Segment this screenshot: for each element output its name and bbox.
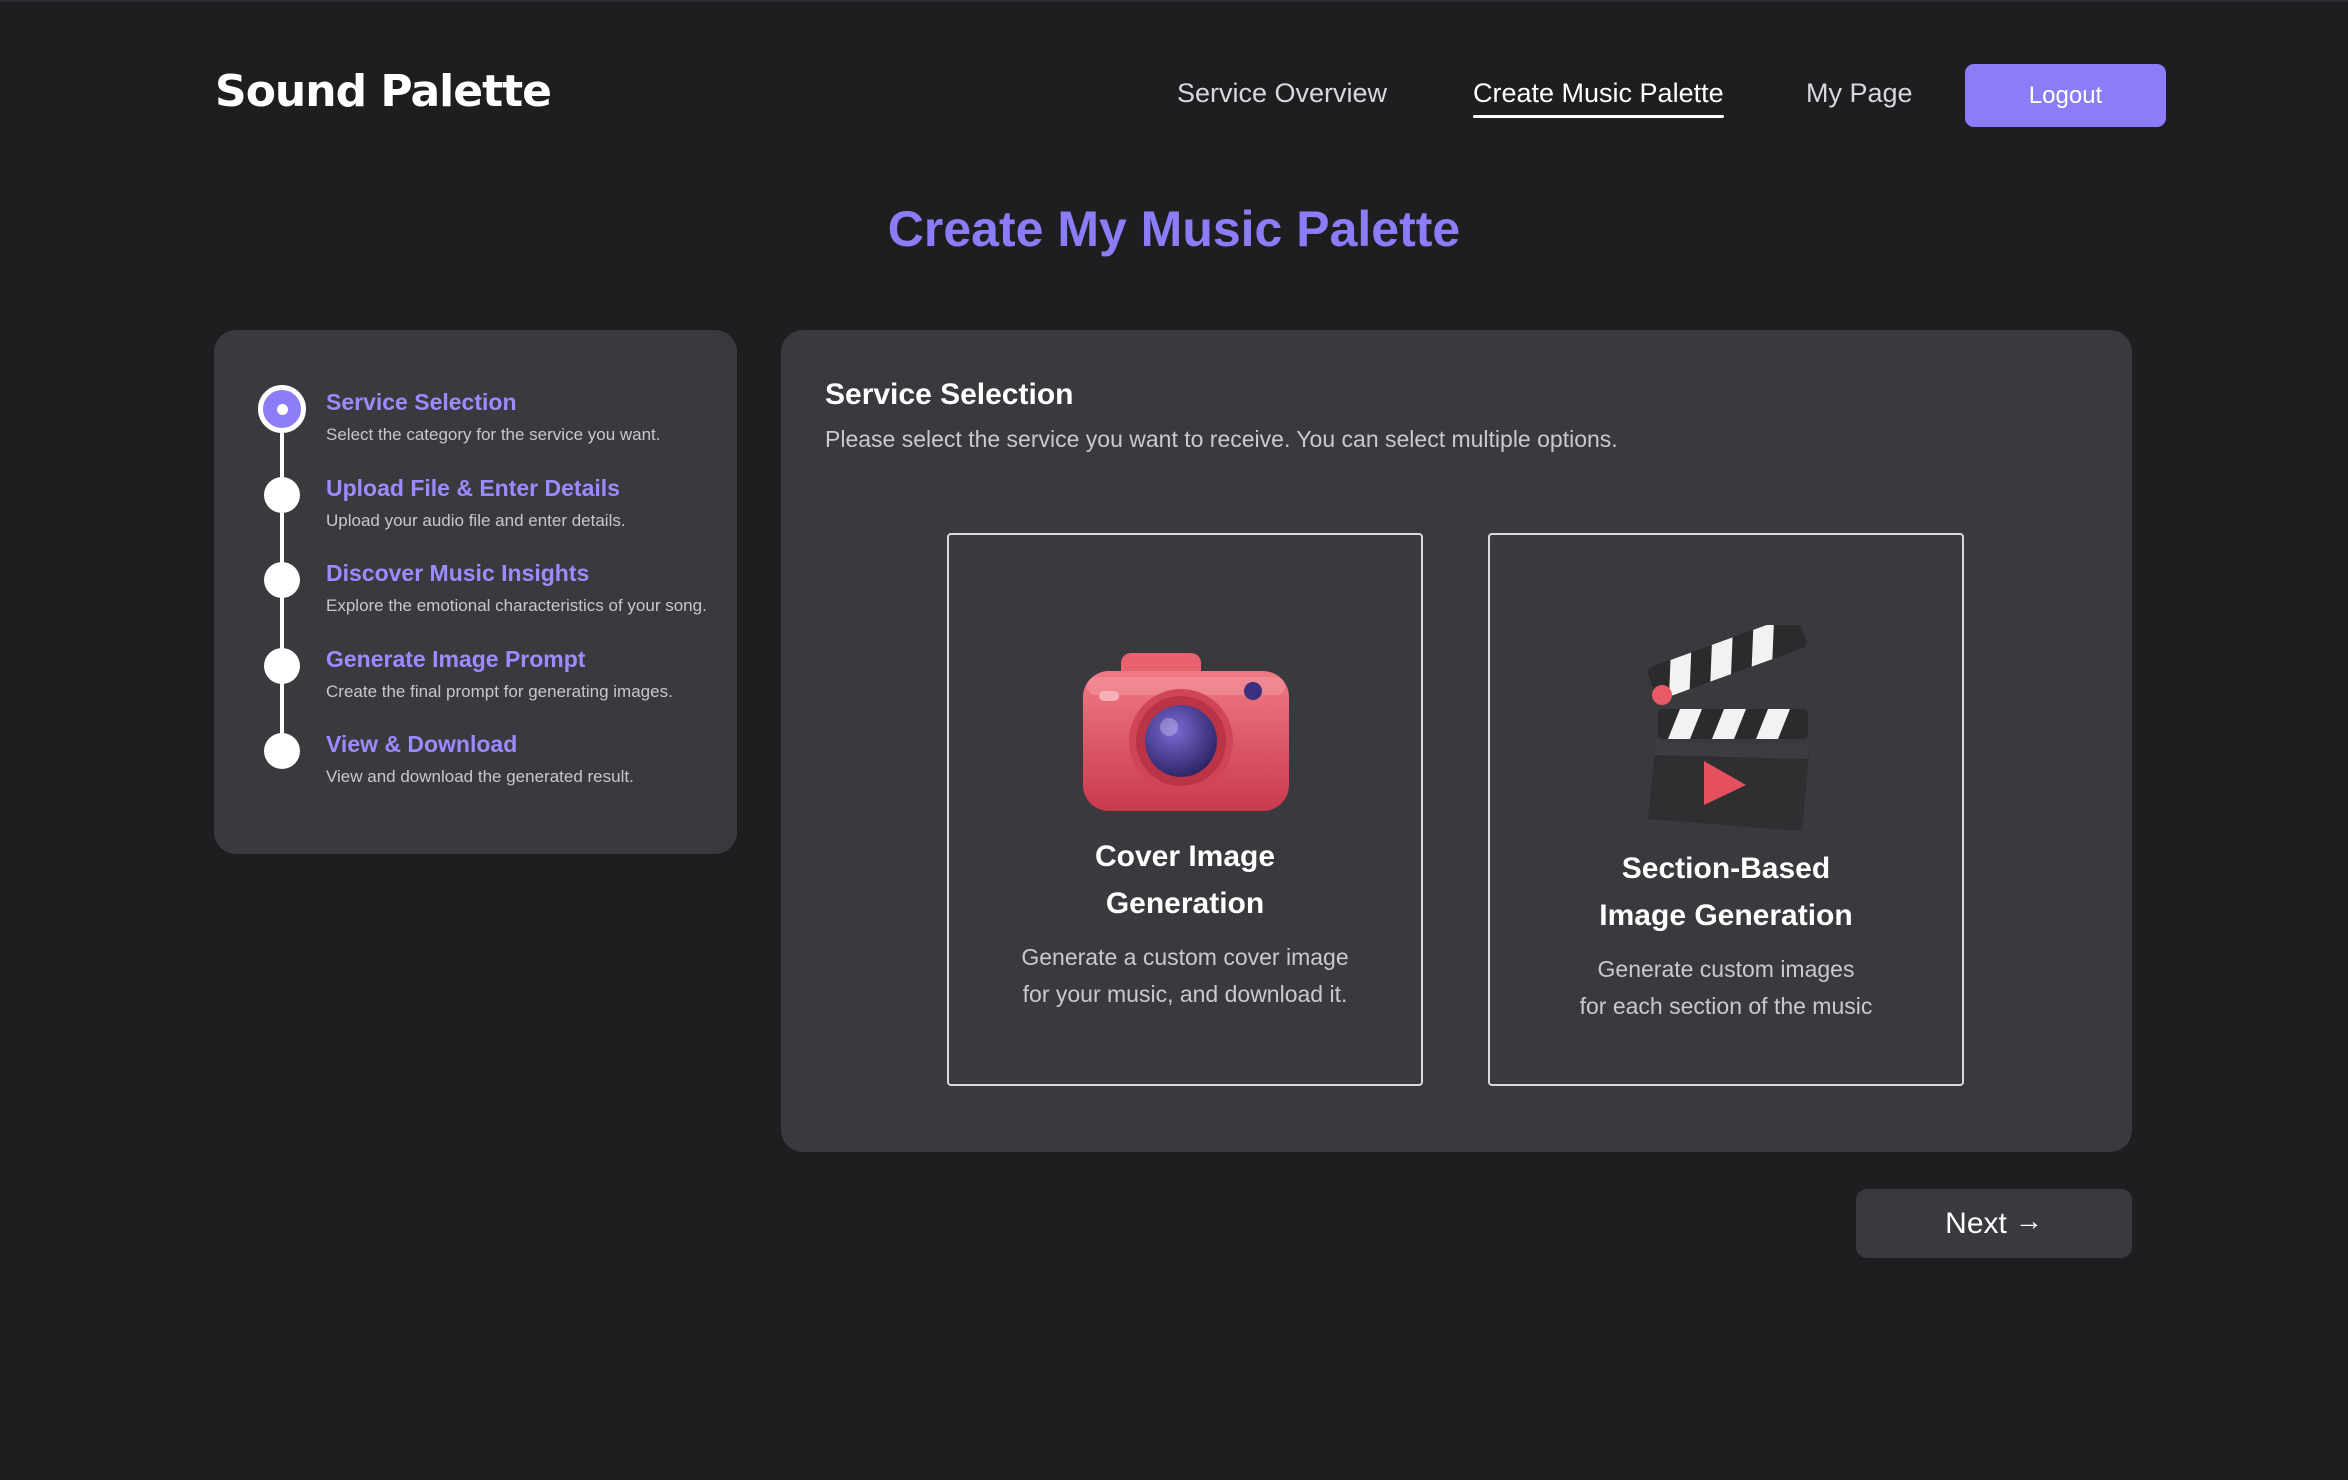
step-generate-prompt[interactable]: Generate Image Prompt Create the final p… [214,646,737,716]
step-description: Select the category for the service you … [326,425,661,444]
nav-service-overview[interactable]: Service Overview [1177,78,1387,109]
step-title: Generate Image Prompt [326,646,586,672]
card-title: Section-Based Image Generation [1599,852,1853,932]
step-upload-file[interactable]: Upload File & Enter Details Upload your … [214,475,737,545]
window-top-edge [0,0,2348,2]
step-description: View and download the generated result. [326,767,634,786]
top-nav: Service Overview Create Music Palette My… [0,64,2348,128]
nav-create-music-palette[interactable]: Create Music Palette [1473,78,1724,118]
next-button-label: Next [1945,1206,2007,1240]
arrow-right-icon: → [2014,1204,2043,1236]
step-indicator [264,733,300,769]
step-description: Create the final prompt for generating i… [326,682,673,701]
service-selection-panel: Service Selection Please select the serv… [781,330,2132,1152]
step-description: Upload your audio file and enter details… [326,511,626,530]
step-indicator [264,648,300,684]
section-based-image-generation-card[interactable]: Section-Based Image Generation Generate … [1488,533,1964,1086]
step-title: Service Selection [326,389,517,415]
step-title: Discover Music Insights [326,560,590,586]
progress-stepper: Service Selection Select the category fo… [214,330,737,854]
step-view-download[interactable]: View & Download View and download the ge… [214,731,737,801]
step-discover-insights[interactable]: Discover Music Insights Explore the emot… [214,560,737,630]
card-description: Generate custom images for each section … [1579,956,1873,1019]
panel-title: Service Selection [825,378,1074,411]
page-title: Create My Music Palette [887,201,1461,257]
logout-button[interactable]: Logout [1965,64,2166,127]
cover-image-generation-card[interactable]: Cover Image Generation Generate a custom… [947,533,1423,1086]
camera-icon [1077,647,1295,822]
next-button[interactable]: Next → [1856,1189,2132,1258]
clapperboard-icon [1642,615,1818,840]
step-current-indicator [258,385,306,433]
step-service-selection[interactable]: Service Selection Select the category fo… [214,385,737,459]
panel-subtitle: Please select the service you want to re… [825,426,1618,452]
step-title: View & Download [326,731,518,757]
card-description: Generate a custom cover image for your m… [1021,944,1349,1007]
step-description: Explore the emotional characteristics of… [326,596,707,615]
card-title: Cover Image Generation [1094,840,1276,920]
step-indicator [264,562,300,598]
step-indicator [264,477,300,513]
nav-my-page[interactable]: My Page [1806,78,1913,109]
step-title: Upload File & Enter Details [326,475,620,501]
